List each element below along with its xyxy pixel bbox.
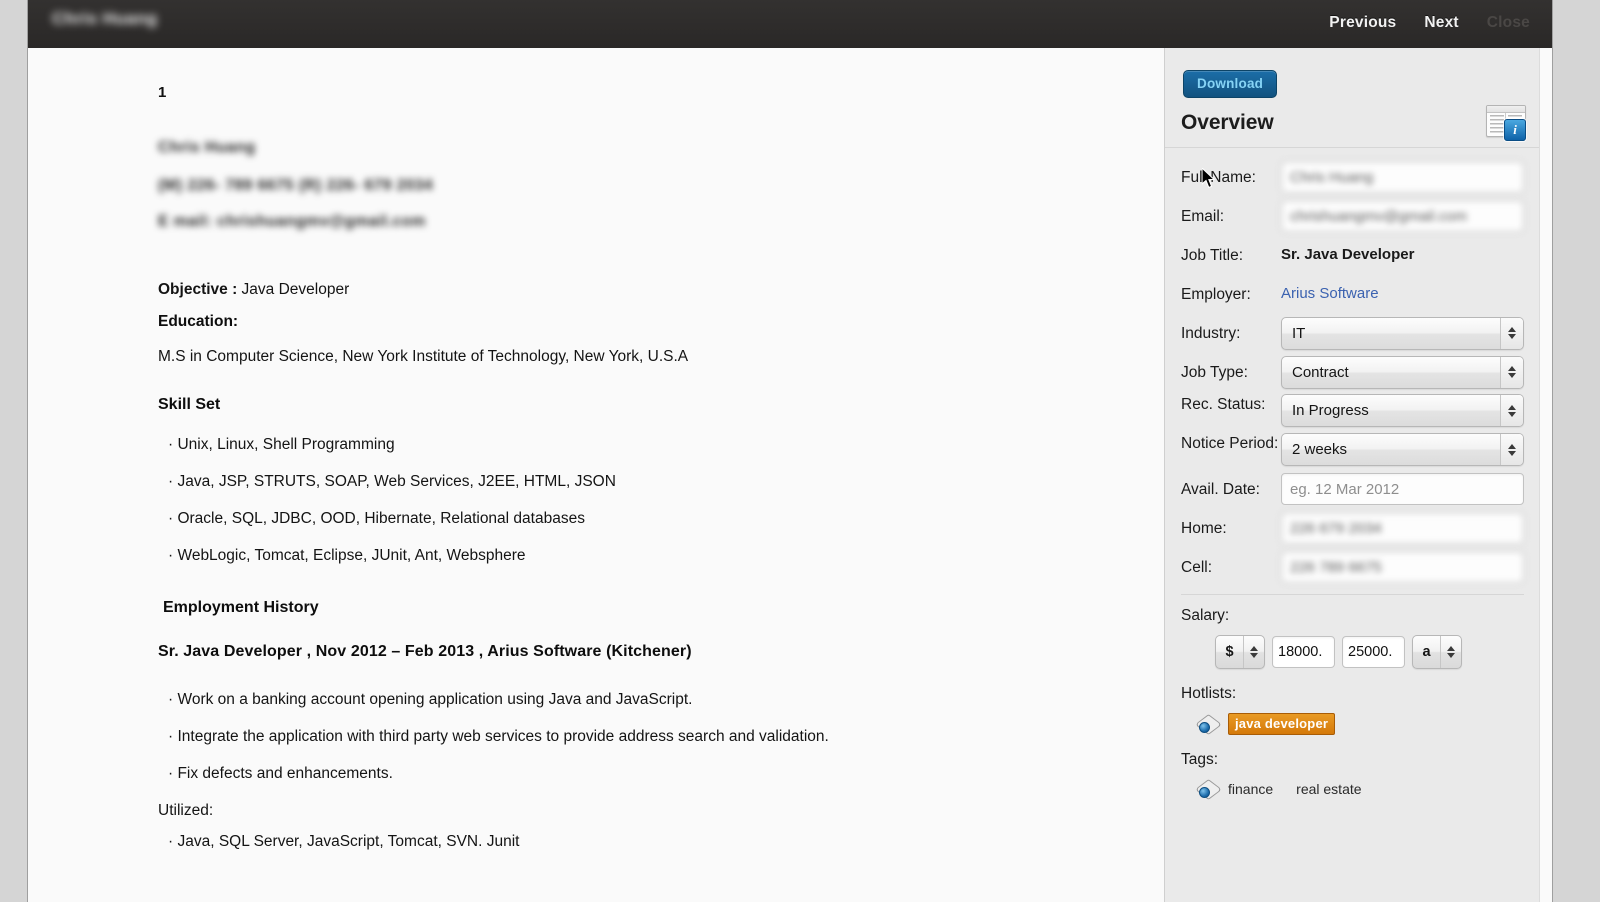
job-type-label: Job Type: (1181, 363, 1248, 381)
objective-label: Objective : (158, 281, 238, 298)
skill-item: · Unix, Linux, Shell Programming (168, 435, 395, 453)
salary-row: $ a (1181, 635, 1524, 669)
avail-date-label: Avail. Date: (1181, 480, 1260, 498)
modal-titlebar: Chris Huang Previous Next Close (28, 0, 1552, 48)
skill-item: · Oracle, SQL, JDBC, OOD, Hibernate, Rel… (168, 509, 585, 527)
tag-icon (1194, 779, 1223, 800)
salary-block: Salary: $ a (1165, 595, 1540, 669)
window-icon-left-column (1490, 115, 1504, 133)
titlebar-actions: Previous Next Close (1329, 14, 1530, 32)
chevron-updown-icon (1243, 636, 1264, 668)
hotlists-block: Hotlists: java developer (1165, 669, 1540, 735)
hotlists-label: Hotlists: (1181, 685, 1237, 702)
notice-period-label: Notice Period: (1181, 435, 1279, 452)
chevron-updown-icon (1440, 636, 1461, 668)
field-row-email: Email: (1181, 199, 1524, 233)
home-label: Home: (1181, 519, 1227, 537)
email-label: Email: (1181, 207, 1225, 225)
rec-status-select[interactable]: In Progress (1281, 394, 1524, 427)
tag-icon (1194, 714, 1223, 735)
home-phone-input[interactable] (1281, 512, 1524, 544)
field-row-avail-date: Avail. Date: (1181, 472, 1524, 506)
modal-title-redacted: Chris Huang (52, 9, 158, 28)
field-row-full-name: Full Name: (1181, 160, 1524, 194)
objective-value: Java Developer (237, 281, 350, 298)
cell-label: Cell: (1181, 558, 1213, 576)
field-row-rec-status: Rec. Status: In Progress (1181, 394, 1524, 428)
avail-date-input[interactable] (1281, 473, 1524, 505)
employment-history-heading: Employment History (163, 598, 319, 616)
resume-content: 1 Chris Huang (M) 226- 789 6675 (R) 226-… (28, 48, 1164, 851)
education-heading: Education: (158, 312, 239, 330)
modal-body: 1 Chris Huang (M) 226- 789 6675 (R) 226-… (28, 48, 1552, 902)
hotlist-chip[interactable]: java developer (1228, 713, 1336, 735)
job-bullet: · Work on a banking account opening appl… (168, 690, 693, 708)
field-row-notice-period: Notice Period: 2 weeks (1181, 433, 1524, 467)
employer-link[interactable]: Arius Software (1281, 283, 1379, 302)
download-button[interactable]: Download (1183, 70, 1278, 98)
document-page-number: 1 (158, 84, 167, 101)
job-title-value: Sr. Java Developer (1281, 246, 1415, 263)
document-info-icon[interactable]: i (1482, 103, 1526, 141)
salary-max-input[interactable] (1342, 636, 1405, 668)
notice-period-select[interactable]: 2 weeks (1281, 433, 1524, 466)
email-input[interactable] (1281, 200, 1524, 232)
skillset-heading: Skill Set (158, 395, 221, 413)
job-bullet: · Fix defects and enhancements. (168, 764, 393, 782)
industry-label: Industry: (1181, 324, 1241, 342)
salary-period-select[interactable]: a (1412, 635, 1462, 669)
candidate-detail-modal: Chris Huang Previous Next Close 1 Chris … (28, 0, 1552, 902)
salary-currency-value: $ (1225, 644, 1234, 660)
salary-min-input[interactable] (1272, 636, 1335, 668)
salary-label: Salary: (1181, 607, 1230, 624)
rec-status-label: Rec. Status: (1181, 396, 1266, 413)
salary-period-value: a (1422, 644, 1431, 660)
field-row-industry: Industry: IT (1181, 316, 1524, 350)
job-type-select[interactable]: Contract (1281, 355, 1524, 389)
info-badge-icon: i (1504, 119, 1526, 141)
cell-phone-input[interactable] (1281, 551, 1524, 583)
field-row-home: Home: (1181, 511, 1524, 545)
salary-currency-select[interactable]: $ (1215, 635, 1265, 669)
resume-objective-row: Objective : Java Developer (158, 281, 1124, 299)
field-row-job-type: Job Type: Contract (1181, 355, 1524, 389)
field-row-cell: Cell: (1181, 550, 1524, 584)
close-button[interactable]: Close (1487, 14, 1530, 32)
utilized-label: Utilized: (158, 801, 214, 819)
full-name-label: Full Name: (1181, 168, 1256, 186)
overview-fields: Full Name: Email: Job Titl (1165, 148, 1540, 584)
overview-sidebar: Download Overview i Full Name: Chris Hua… (1165, 48, 1552, 902)
full-name-input[interactable] (1281, 161, 1524, 193)
field-row-employer: Employer: Arius Software (1181, 277, 1524, 311)
sidebar-scrollbar[interactable] (1539, 48, 1552, 902)
next-button[interactable]: Next (1424, 14, 1458, 32)
tags-block: Tags: finance real estate (1165, 735, 1540, 800)
education-value: M.S in Computer Science, New York Instit… (158, 347, 689, 365)
resume-document-pane[interactable]: 1 Chris Huang (M) 226- 789 6675 (R) 226-… (28, 48, 1165, 902)
employer-label: Employer: (1181, 285, 1251, 303)
download-row: Download (1165, 48, 1540, 98)
industry-select[interactable]: IT (1281, 316, 1524, 350)
hotlists-row: java developer (1181, 713, 1524, 735)
tag-chip[interactable]: finance (1228, 781, 1273, 797)
tags-row: finance real estate (1181, 779, 1524, 800)
overview-header: Overview i (1165, 98, 1540, 148)
field-row-job-title: Job Title: Sr. Java Developer (1181, 238, 1524, 272)
skill-item: · WebLogic, Tomcat, Eclipse, JUnit, Ant,… (168, 546, 526, 564)
tag-chip[interactable]: real estate (1296, 781, 1361, 797)
job-title-label: Job Title: (1181, 246, 1244, 264)
utilized-value: · Java, SQL Server, JavaScript, Tomcat, … (168, 833, 520, 851)
employment-job-title: Sr. Java Developer , Nov 2012 – Feb 2013… (158, 642, 692, 660)
job-bullet: · Integrate the application with third p… (168, 727, 829, 745)
previous-button[interactable]: Previous (1329, 14, 1396, 32)
resume-phone-redacted: (M) 226- 789 6675 (R) 226- 679 2034 (158, 177, 434, 194)
overview-title: Overview (1181, 111, 1274, 134)
tags-label: Tags: (1181, 751, 1219, 768)
skill-item: · Java, JSP, STRUTS, SOAP, Web Services,… (168, 472, 616, 490)
resume-candidate-name-redacted: Chris Huang (158, 139, 256, 156)
resume-email-redacted: E mail: chrishuangmv@gmail.com (158, 213, 426, 230)
overview-scroll-area: Download Overview i Full Name: Chris Hua… (1165, 48, 1540, 902)
